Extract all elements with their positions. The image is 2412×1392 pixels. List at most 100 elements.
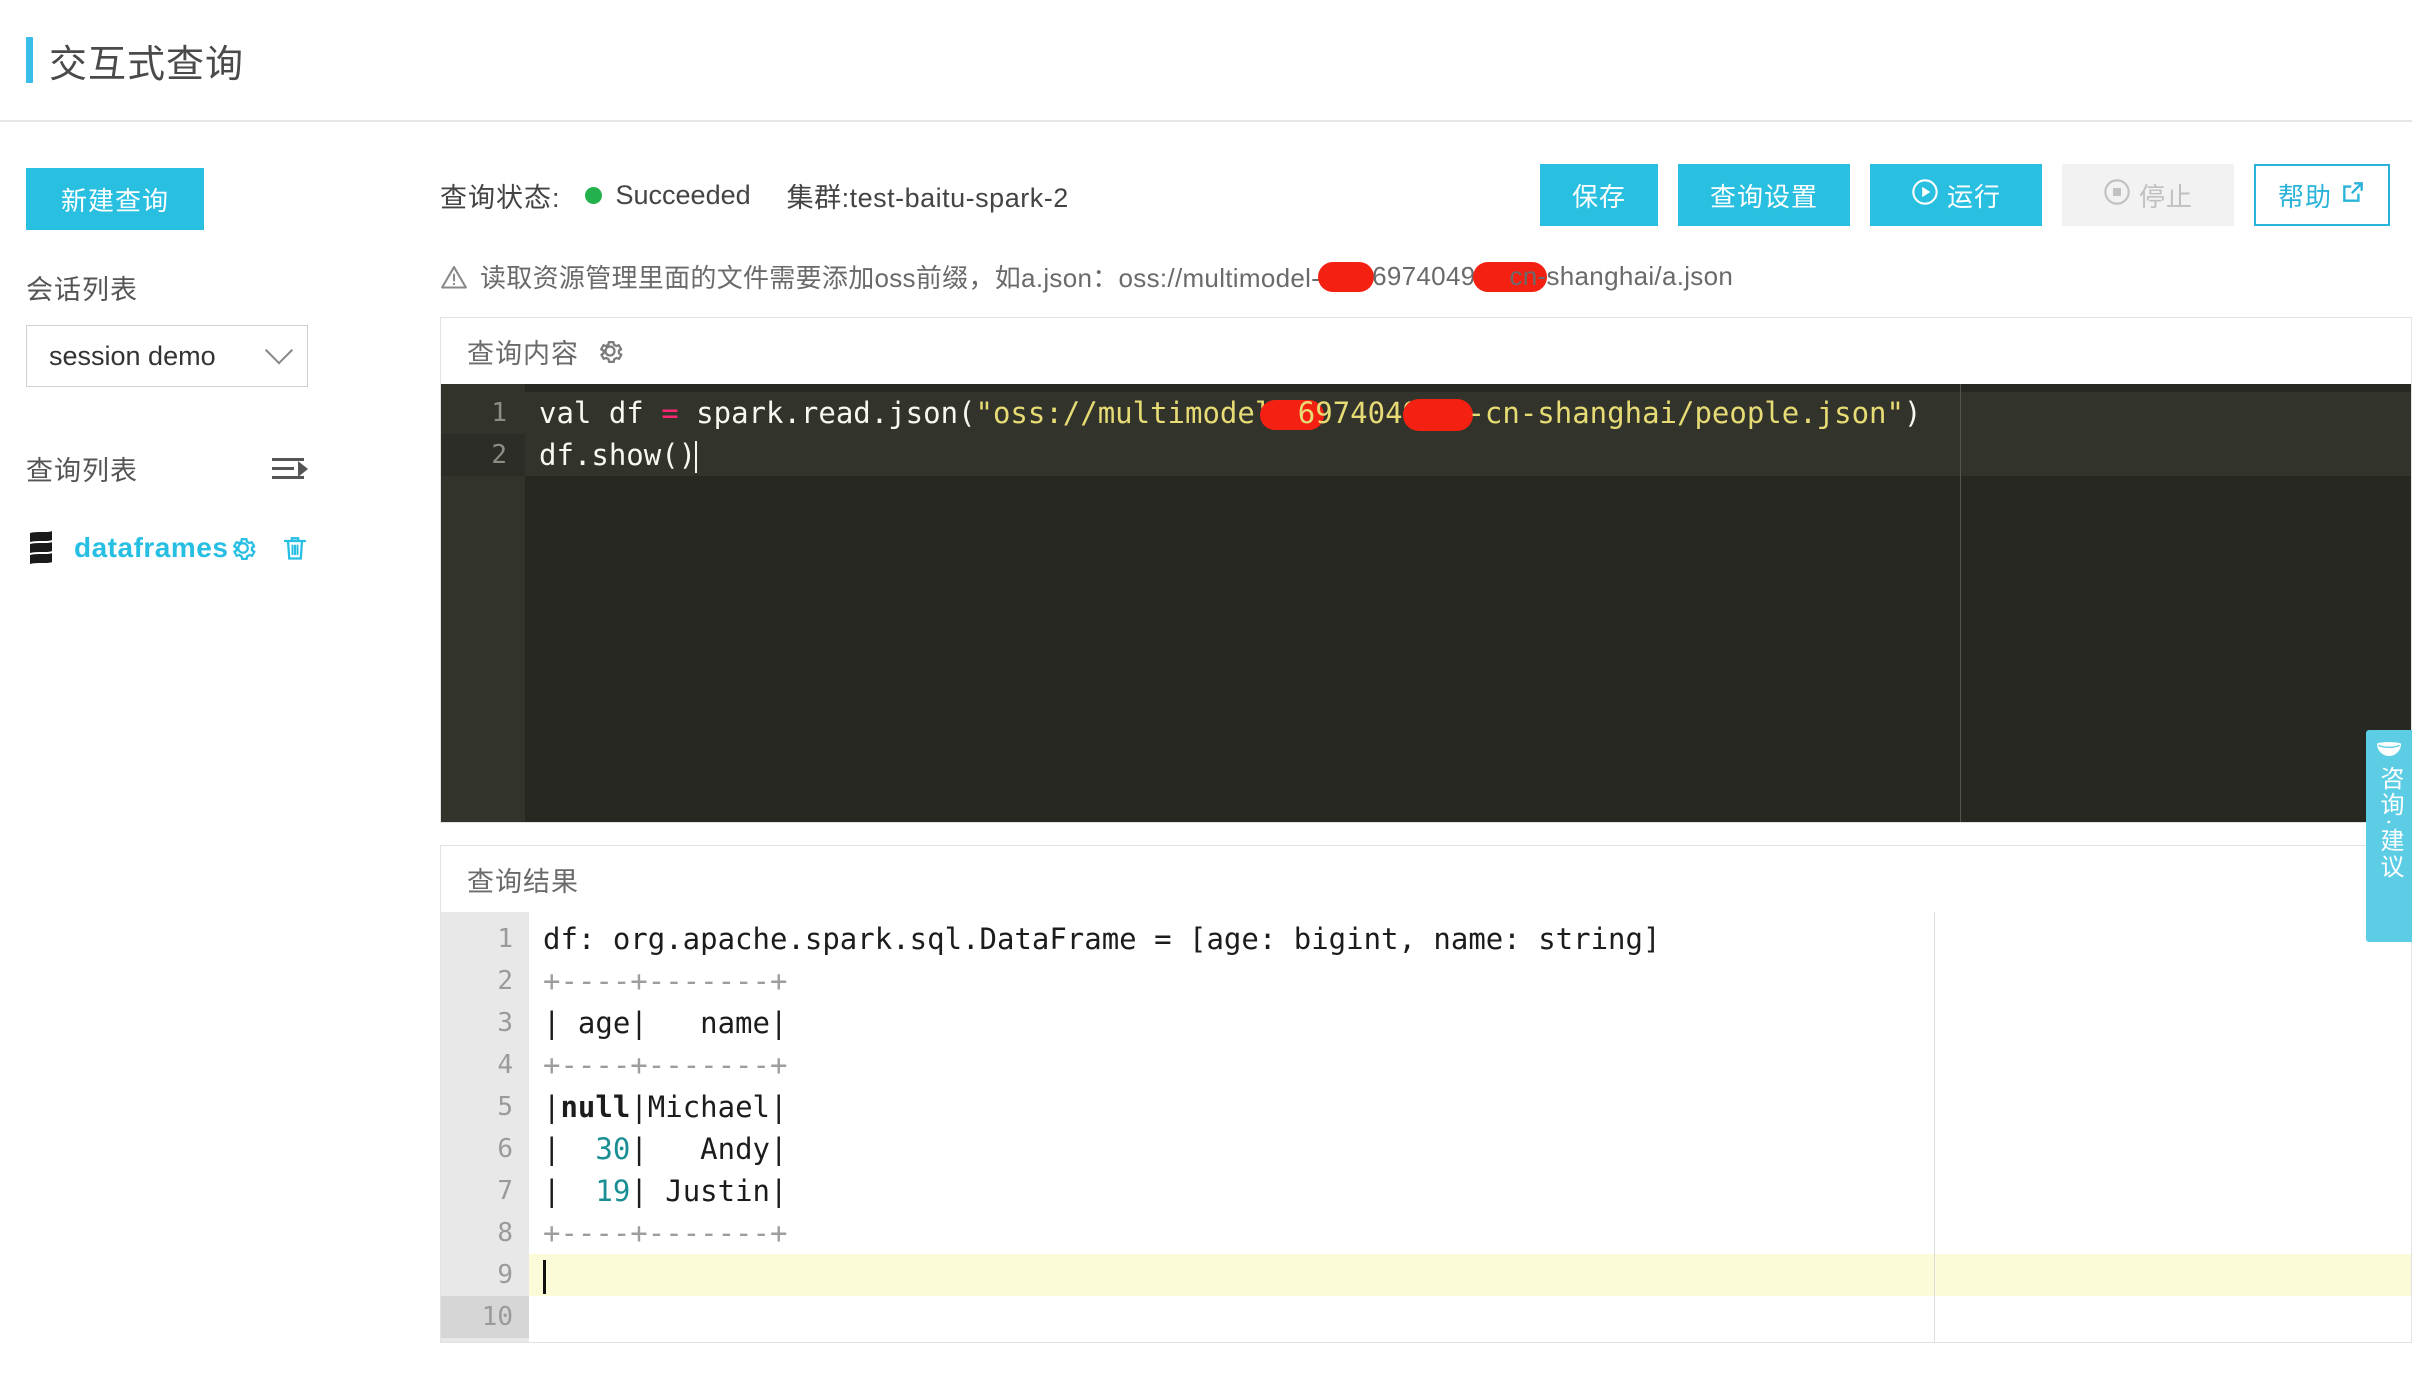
list-item-actions xyxy=(228,533,310,563)
query-content-header: 查询内容 xyxy=(441,318,2411,384)
session-list-label: 会话列表 xyxy=(26,275,138,305)
stop-button[interactable]: 停止 xyxy=(2061,164,2234,226)
code-line-number: 2 xyxy=(441,434,525,476)
save-button[interactable]: 保存 xyxy=(1539,164,1658,226)
result-line-number: 10 xyxy=(441,1296,529,1338)
collapse-panel-icon[interactable] xyxy=(272,456,308,482)
cell-name: Michael xyxy=(647,1090,770,1124)
play-icon xyxy=(1911,178,1939,213)
code-token-call: spark.read.json( xyxy=(678,396,976,430)
session-select[interactable]: session demo xyxy=(26,325,308,387)
cell-age: 19 xyxy=(595,1174,631,1208)
query-list-header: 查询列表 xyxy=(26,449,308,488)
query-results-panel: 查询结果 1 2 3 4 5 6 7 8 9 10 df: org.apache… xyxy=(440,845,2412,1343)
code-line-2-text: df.show() xyxy=(539,438,697,472)
new-query-button[interactable]: 新建查询 xyxy=(26,168,204,230)
result-line-header: | age| name| xyxy=(543,1006,788,1040)
speech-bubble-icon xyxy=(2374,740,2404,760)
query-status-group: 查询状态: Succeeded 集群:test-baitu-spark-2 xyxy=(440,176,1069,215)
scala-icon xyxy=(26,530,56,566)
results-lines: df: org.apache.spark.sql.DataFrame = [ag… xyxy=(529,912,2411,1342)
toolbar-buttons: 保存 查询设置 运行 停止 帮助 xyxy=(1539,164,2390,226)
result-line-number: 3 xyxy=(497,1008,513,1038)
page-header: 交互式查询 xyxy=(0,0,2412,122)
code-line-1: val df = spark.read.json("oss://multimod… xyxy=(525,392,2411,434)
session-select-value: session demo xyxy=(49,340,216,371)
code-token-operator: = xyxy=(661,396,679,430)
result-line-active xyxy=(529,1254,2411,1296)
run-button-label: 运行 xyxy=(1946,181,2001,212)
result-line-number: 9 xyxy=(497,1260,513,1290)
query-content-panel: 查询内容 1 2 val df = spark.read.json("oss:/… xyxy=(440,317,2412,823)
notice-prefix-text: 读取资源管理里面的文件需要添加oss前缀，如a.json：oss://multi… xyxy=(480,263,1321,293)
code-redaction-mark-2 xyxy=(1403,399,1474,431)
gear-icon[interactable] xyxy=(595,336,625,366)
code-line-number: 1 xyxy=(491,398,507,428)
text-cursor xyxy=(543,1260,546,1294)
cell-age: null xyxy=(560,1090,631,1124)
code-token-string-open: "oss://multimodel- xyxy=(975,396,1290,430)
stop-button-label: 停止 xyxy=(2138,181,2193,212)
code-token-decl: val df xyxy=(539,396,662,430)
cell-name: Andy xyxy=(700,1132,770,1166)
help-button[interactable]: 帮助 xyxy=(2253,164,2390,226)
warning-icon xyxy=(440,264,468,290)
stop-icon xyxy=(2103,178,2131,213)
code-line-2: df.show() xyxy=(525,434,2411,476)
cluster-name: 集群:test-baitu-spark-2 xyxy=(786,182,1069,213)
results-ruler xyxy=(1934,912,1935,1342)
list-item[interactable]: dataframes xyxy=(26,530,308,566)
table-row: | 19| Justin| xyxy=(543,1174,788,1208)
results-gutter: 1 2 3 4 5 6 7 8 9 10 xyxy=(441,912,529,1342)
code-editor[interactable]: 1 2 val df = spark.read.json("oss://mult… xyxy=(441,384,2411,822)
editor-ruler xyxy=(1960,384,1961,822)
run-button[interactable]: 运行 xyxy=(1869,164,2042,226)
list-item-label: dataframes xyxy=(74,532,229,563)
code-token-paren: ) xyxy=(1903,396,1922,430)
query-settings-button[interactable]: 查询设置 xyxy=(1677,164,1850,226)
query-status-value: Succeeded xyxy=(615,179,751,210)
feedback-tab[interactable]: 咨询·建议 xyxy=(2366,730,2412,942)
result-line-number: 2 xyxy=(497,966,513,996)
code-token-string-end: -cn-shanghai/people.json" xyxy=(1467,396,1904,430)
page-title: 交互式查询 xyxy=(49,43,245,86)
result-line-number: 4 xyxy=(497,1050,513,1080)
query-status-label: 查询状态: xyxy=(440,182,561,213)
feedback-tab-label: 咨询·建议 xyxy=(2376,766,2403,880)
cell-name: Justin xyxy=(665,1174,770,1208)
query-results-title: 查询结果 xyxy=(467,866,579,897)
gear-icon[interactable] xyxy=(228,533,258,563)
help-button-label: 帮助 xyxy=(2277,181,2332,212)
toolbar: 查询状态: Succeeded 集群:test-baitu-spark-2 保存… xyxy=(440,164,2412,226)
result-line-number: 7 xyxy=(497,1176,513,1206)
code-gutter: 1 2 xyxy=(441,384,525,822)
notice-mid-text: 6974049 xyxy=(1372,261,1476,291)
table-row: |null|Michael| xyxy=(543,1090,788,1124)
notice-suffix-text: cn-shanghai/a.json xyxy=(1509,261,1734,291)
main-content: 查询状态: Succeeded 集群:test-baitu-spark-2 保存… xyxy=(420,122,2412,1392)
result-line-number: 8 xyxy=(497,1218,513,1248)
text-cursor xyxy=(695,441,698,473)
cell-age: 30 xyxy=(595,1132,631,1166)
table-row: | 30| Andy| xyxy=(543,1132,788,1166)
body-wrap: 新建查询 会话列表 session demo 查询列表 dataframes 查… xyxy=(0,122,2412,1392)
status-badge xyxy=(584,186,602,204)
redaction-mark-1 xyxy=(1318,261,1375,292)
query-content-title: 查询内容 xyxy=(467,338,579,369)
result-line-rule: +----+-------+ xyxy=(543,1216,788,1250)
result-line-schema: df: org.apache.spark.sql.DataFrame = [ag… xyxy=(543,922,1661,956)
result-line-rule: +----+-------+ xyxy=(543,1048,788,1082)
results-body[interactable]: 1 2 3 4 5 6 7 8 9 10 df: org.apache.spar… xyxy=(441,912,2411,1342)
query-list-label: 查询列表 xyxy=(26,456,138,486)
result-line-rule: +----+-------+ xyxy=(543,964,788,998)
chevron-down-icon xyxy=(264,336,294,365)
trash-icon[interactable] xyxy=(280,533,310,563)
code-lines[interactable]: val df = spark.read.json("oss://multimod… xyxy=(525,384,2411,822)
title-wrap: 交互式查询 xyxy=(26,33,244,88)
result-line-number: 1 xyxy=(497,924,513,954)
result-line-number: 5 xyxy=(497,1092,513,1122)
external-link-icon xyxy=(2340,179,2366,212)
query-results-header: 查询结果 xyxy=(441,846,2411,912)
oss-prefix-notice: 读取资源管理里面的文件需要添加oss前缀，如a.json：oss://multi… xyxy=(440,258,2412,295)
sidebar: 新建查询 会话列表 session demo 查询列表 dataframes xyxy=(0,122,420,1392)
